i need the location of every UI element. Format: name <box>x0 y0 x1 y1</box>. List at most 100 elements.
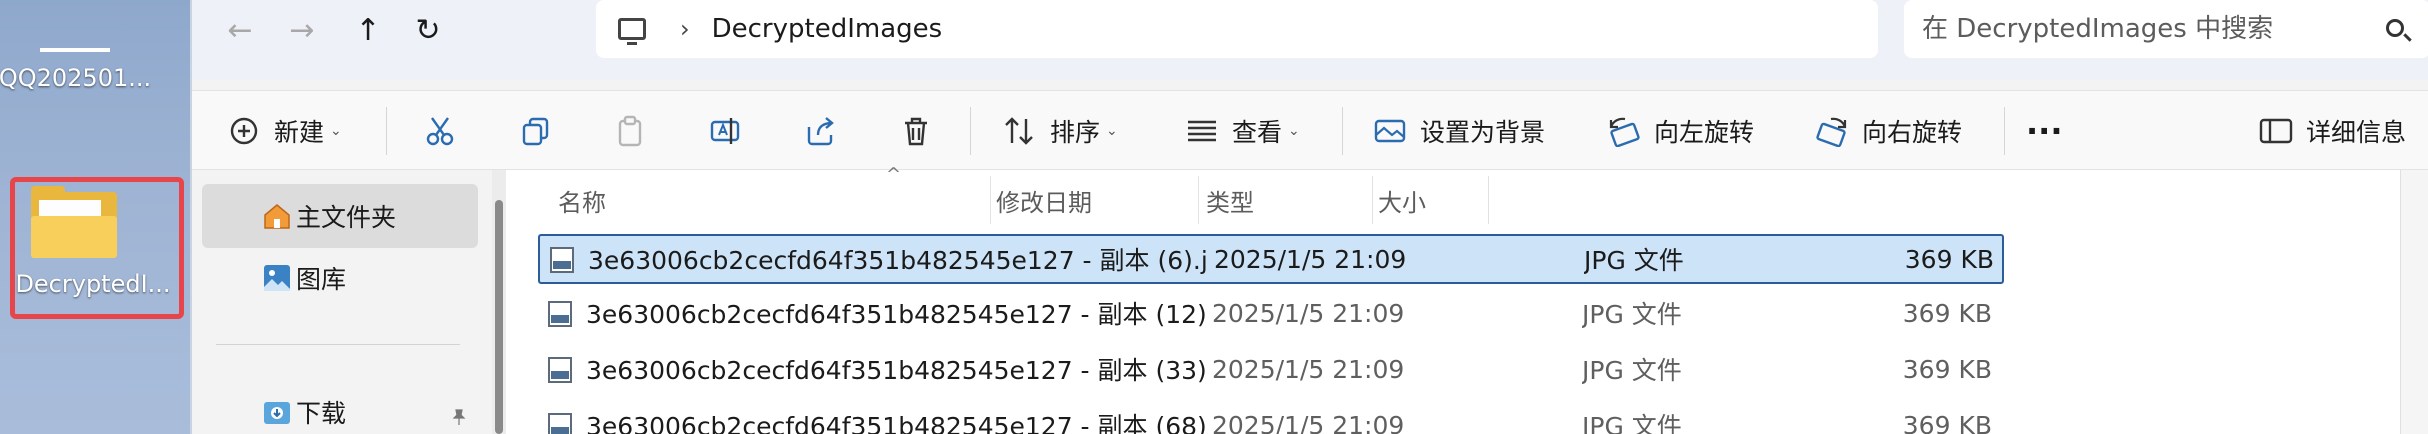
sort-label: 排序 <box>1050 118 1101 147</box>
breadcrumb-current-folder[interactable]: DecryptedImages <box>712 14 943 44</box>
desktop-icon-decrypted-folder[interactable]: DecryptedI... <box>10 177 184 319</box>
table-row[interactable]: 3e63006cb2cecfd64f351b482545e127 - 副本 (3… <box>538 346 2004 396</box>
column-header-type[interactable]: 类型 <box>1206 170 1254 230</box>
new-button[interactable]: 新建 ⌄ <box>226 91 342 171</box>
file-name: 3e63006cb2cecfd64f351b482545e127 - 副本 (6… <box>588 246 1208 275</box>
rename-icon <box>708 113 744 149</box>
file-type: JPG 文件 <box>1582 356 1682 385</box>
refresh-icon: ↻ <box>415 12 441 48</box>
toolbar-divider <box>386 107 387 155</box>
scrollbar-thumb[interactable] <box>495 200 503 434</box>
file-explorer-window: ← → ↑ ↻ › DecryptedImages 新建 ⌄ <box>190 0 2428 434</box>
set-as-background-button[interactable]: 设置为背景 <box>1372 91 1545 171</box>
file-date-modified: 2025/1/5 21:09 <box>1212 410 1405 434</box>
jpg-file-icon <box>548 413 572 434</box>
clipboard-icon <box>612 113 648 149</box>
back-button[interactable]: ← <box>212 8 268 52</box>
details-pane-button[interactable]: 详细信息 <box>2258 91 2406 171</box>
ellipsis-icon: ··· <box>2026 112 2063 150</box>
paste-button[interactable] <box>612 91 660 171</box>
plus-circle-icon <box>226 113 262 149</box>
column-divider[interactable] <box>1198 176 1199 224</box>
search-icon[interactable] <box>2386 19 2404 37</box>
table-row[interactable]: 3e63006cb2cecfd64f351b482545e127 - 副本 (6… <box>538 234 2004 284</box>
file-name: 3e63006cb2cecfd64f351b482545e127 - 副本 (3… <box>586 356 1206 385</box>
copy-button[interactable] <box>518 91 566 171</box>
arrow-right-icon: → <box>289 12 315 48</box>
search-box[interactable] <box>1904 0 2428 58</box>
downloads-folder-icon <box>262 397 292 427</box>
desktop-icon-label: QQ202501... <box>0 64 152 92</box>
column-header-name[interactable]: 名称 <box>558 170 606 230</box>
rotate-left-label: 向左旋转 <box>1654 118 1755 147</box>
copy-icon <box>518 113 554 149</box>
column-header-size[interactable]: 大小 <box>1378 170 1426 230</box>
up-button[interactable]: ↑ <box>340 8 396 52</box>
column-divider[interactable] <box>990 176 991 224</box>
file-thumbnail-icon <box>40 48 110 52</box>
forward-button[interactable]: → <box>274 8 330 52</box>
rotate-right-icon <box>1814 113 1850 149</box>
nav-item-gallery[interactable]: 图库 <box>202 246 478 310</box>
file-size: 369 KB <box>1902 298 1992 328</box>
nav-item-label: 下载 <box>296 399 347 428</box>
toolbar-divider <box>2004 107 2005 155</box>
delete-button[interactable] <box>898 91 946 171</box>
nav-item-label: 主文件夹 <box>296 203 397 232</box>
file-type: JPG 文件 <box>1582 412 1682 434</box>
refresh-button[interactable]: ↻ <box>400 8 456 52</box>
file-date-modified: 2025/1/5 21:09 <box>1212 354 1405 384</box>
column-divider[interactable] <box>1372 176 1373 224</box>
file-size: 369 KB <box>1902 354 1992 384</box>
scissors-icon <box>422 113 458 149</box>
table-row[interactable]: 3e63006cb2cecfd64f351b482545e127 - 副本 (6… <box>538 402 2004 434</box>
file-name: 3e63006cb2cecfd64f351b482545e127 - 副本 (1… <box>586 300 1206 329</box>
navigation-pane: 主文件夹 图库 下载 <box>192 170 492 434</box>
rotate-left-button[interactable]: 向左旋转 <box>1606 91 1754 171</box>
arrow-left-icon: ← <box>227 12 253 48</box>
desktop-icon-label: DecryptedI... <box>15 270 171 298</box>
details-pane-icon <box>2258 113 2294 149</box>
search-input[interactable] <box>1922 14 2342 44</box>
file-type: JPG 文件 <box>1584 246 1684 275</box>
nav-divider <box>216 344 460 345</box>
list-view-icon <box>1184 113 1220 149</box>
file-list-scrollbar[interactable] <box>2400 170 2428 434</box>
nav-item-downloads[interactable]: 下载 <box>202 380 478 434</box>
jpg-file-icon <box>548 301 572 327</box>
more-options-button[interactable]: ··· <box>2026 91 2062 171</box>
home-icon <box>262 201 292 231</box>
jpg-file-icon <box>550 247 574 273</box>
computer-icon <box>618 18 646 45</box>
arrow-up-icon: ↑ <box>355 12 381 48</box>
rotate-right-button[interactable]: 向右旋转 <box>1814 91 1962 171</box>
rotate-right-label: 向右旋转 <box>1862 118 1963 147</box>
desktop-icon-qq-file[interactable]: QQ202501... <box>0 0 160 92</box>
navigation-pane-scrollbar[interactable] <box>492 170 506 434</box>
rename-button[interactable] <box>708 91 756 171</box>
cut-button[interactable] <box>422 91 470 171</box>
table-row[interactable]: 3e63006cb2cecfd64f351b482545e127 - 副本 (1… <box>538 290 2004 340</box>
file-date-modified: 2025/1/5 21:09 <box>1212 298 1405 328</box>
folder-icon <box>31 186 117 258</box>
chevron-down-icon: ⌄ <box>1106 123 1118 139</box>
column-header-date-modified[interactable]: 修改日期 <box>996 170 1092 230</box>
nav-item-home[interactable]: 主文件夹 <box>202 184 478 248</box>
toolbar-divider <box>970 107 971 155</box>
rotate-left-icon <box>1606 113 1642 149</box>
sort-button[interactable]: 排序 ⌄ <box>1002 91 1118 171</box>
column-divider[interactable] <box>1488 176 1489 224</box>
share-icon <box>802 113 838 149</box>
desktop-background: QQ202501... DecryptedI... <box>0 0 190 434</box>
desktop-background-icon <box>1372 113 1408 149</box>
share-button[interactable] <box>802 91 850 171</box>
view-button[interactable]: 查看 ⌄ <box>1184 91 1300 171</box>
chevron-right-icon: › <box>680 15 690 43</box>
pin-icon[interactable] <box>450 403 468 425</box>
chevron-down-icon: ⌄ <box>330 123 342 139</box>
view-label: 查看 <box>1232 118 1283 147</box>
toolbar-divider <box>1342 107 1343 155</box>
address-field[interactable]: › DecryptedImages <box>596 0 1878 58</box>
trash-icon <box>898 113 934 149</box>
command-bar: 新建 ⌄ 排序 ⌄ 查看 ⌄ 设置为背景 向左旋转 向右旋转 ··· 详细信息 <box>192 90 2428 170</box>
